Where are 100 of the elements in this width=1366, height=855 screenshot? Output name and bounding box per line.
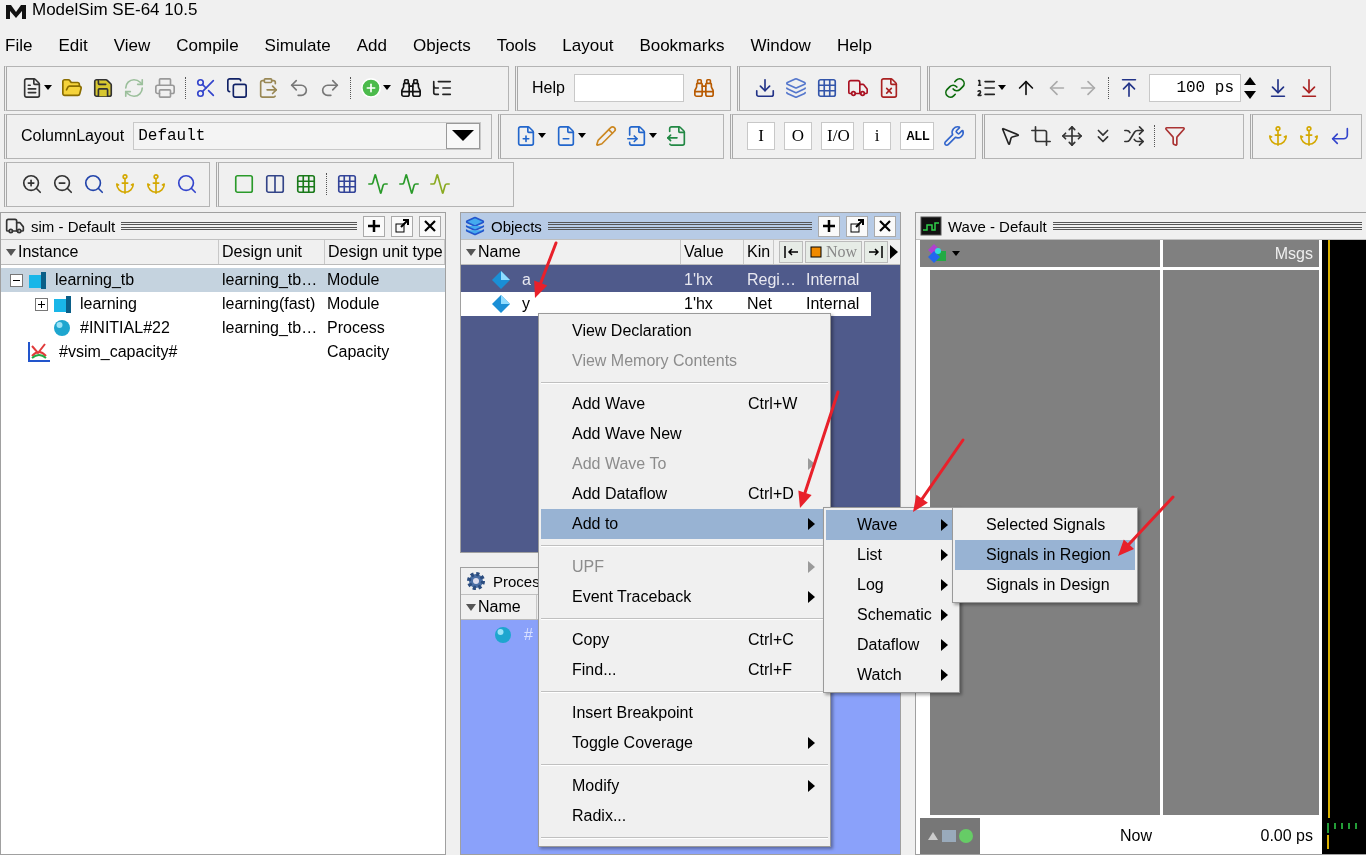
column-header[interactable]: Instance [18, 243, 79, 261]
close-button[interactable] [419, 215, 441, 237]
scroll-right-icon[interactable] [890, 245, 898, 259]
column-header[interactable]: Name [478, 598, 521, 616]
filter-toggle[interactable]: O [784, 122, 812, 150]
column-header[interactable]: Design unit type [328, 243, 443, 261]
menu-bar-item[interactable]: Bookmarks [634, 33, 731, 59]
file-plus-icon[interactable] [515, 125, 537, 147]
pointer-icon[interactable] [999, 125, 1021, 147]
menu-item[interactable]: Radix... [541, 801, 828, 831]
menu-item[interactable]: Insert Breakpoint [541, 698, 828, 728]
document-icon[interactable] [21, 77, 43, 99]
paste-icon[interactable] [257, 77, 279, 99]
menu-bar-item[interactable]: Window [745, 33, 817, 59]
wave-icon[interactable] [398, 173, 420, 195]
column-header[interactable]: Name [478, 243, 521, 261]
caret-icon[interactable] [998, 85, 1006, 91]
link-icon[interactable] [944, 77, 966, 99]
menu-bar-item[interactable]: Add [351, 33, 393, 59]
search-icon[interactable] [83, 173, 105, 195]
filter-toggle[interactable]: i [863, 122, 892, 150]
menu-item[interactable]: Toggle Coverage [541, 728, 828, 758]
undock-button[interactable] [846, 215, 868, 237]
file-output-icon[interactable] [666, 125, 688, 147]
grip-handle[interactable] [121, 222, 357, 230]
file-x-icon[interactable] [878, 77, 900, 99]
folder-icon[interactable] [61, 77, 83, 99]
column-header[interactable]: Design unit [222, 243, 303, 261]
search-icon[interactable] [176, 173, 198, 195]
wrench-icon[interactable] [943, 125, 965, 147]
pencil-icon[interactable] [595, 125, 617, 147]
dropdown-button[interactable] [446, 123, 480, 149]
object-row[interactable]: a 1'hx Regi… Internal [461, 268, 871, 292]
caret-icon[interactable] [578, 133, 586, 139]
menu-bar-item[interactable]: Edit [53, 33, 94, 59]
menu-item[interactable]: Add Wave New [541, 419, 828, 449]
wave-icon[interactable] [367, 173, 389, 195]
menu-item[interactable]: Add Wave Ctrl+W [541, 389, 828, 419]
square-icon[interactable] [233, 173, 255, 195]
menu-bar-item[interactable]: Objects [408, 33, 477, 59]
caret-icon[interactable] [649, 133, 657, 139]
tree-row[interactable]: #INITIAL#22 learning_tb… Process [1, 316, 445, 340]
add-button[interactable] [818, 215, 840, 237]
menu-item[interactable]: View Declaration [541, 316, 828, 346]
object-row[interactable]: y 1'hx Net Internal [461, 292, 871, 316]
collapse-icon[interactable] [9, 273, 23, 287]
menu-item[interactable]: Dataflow [826, 630, 957, 660]
undock-button[interactable] [391, 215, 413, 237]
column-layout-select[interactable]: Default [133, 122, 481, 150]
redo-icon[interactable] [319, 77, 341, 99]
next-edge-button[interactable] [864, 241, 888, 263]
caret-icon[interactable] [538, 133, 546, 139]
filter-toggle[interactable]: I [747, 122, 775, 150]
grid-icon[interactable] [295, 173, 317, 195]
corner-arrow-icon[interactable] [1329, 125, 1351, 147]
previous-edge-button[interactable] [778, 241, 803, 263]
grid-icon[interactable] [336, 173, 358, 195]
menu-bar-item[interactable]: Help [831, 33, 878, 59]
file-minus-icon[interactable] [555, 125, 577, 147]
file-input-icon[interactable] [626, 125, 648, 147]
scissors-icon[interactable] [195, 77, 217, 99]
menu-bar-item[interactable]: Compile [171, 33, 245, 59]
menu-bar-item[interactable]: Simulate [259, 33, 337, 59]
help-field[interactable] [573, 74, 684, 102]
binoculars-icon[interactable] [400, 77, 422, 99]
menu-item[interactable]: Modify [541, 771, 828, 801]
close-button[interactable] [874, 215, 896, 237]
filter-toggle[interactable]: I/O [821, 122, 855, 150]
truck-icon[interactable] [847, 77, 869, 99]
filter-icon[interactable] [1164, 125, 1186, 147]
list-icon[interactable] [975, 77, 997, 99]
grip-handle[interactable] [1052, 222, 1362, 230]
menu-item[interactable]: Add Dataflow Ctrl+D [541, 479, 828, 509]
add-button[interactable] [363, 215, 385, 237]
tree-row[interactable]: #vsim_capacity# Capacity [1, 340, 445, 364]
shuffle-icon[interactable] [1123, 125, 1145, 147]
tree-row[interactable]: learning learning(fast) Module [1, 292, 445, 316]
move-icon[interactable] [1061, 125, 1083, 147]
menu-item[interactable]: Signals in Region [955, 540, 1135, 570]
menu-item[interactable]: Watch [826, 660, 957, 690]
undo-icon[interactable] [288, 77, 310, 99]
column-header[interactable]: Kin [747, 243, 771, 261]
crop-icon[interactable] [1030, 125, 1052, 147]
tree-row[interactable]: learning_tb learning_tb… Module [1, 268, 445, 292]
column-header[interactable]: Value [684, 243, 724, 261]
layers-icon[interactable] [785, 77, 807, 99]
download-icon[interactable] [754, 77, 776, 99]
menu-bar-item[interactable]: Layout [557, 33, 620, 59]
menu-item[interactable]: Schematic [826, 600, 957, 630]
grid-icon[interactable] [816, 77, 838, 99]
expand-icon[interactable] [34, 297, 48, 311]
menu-item[interactable]: Selected Signals [955, 510, 1135, 540]
caret-icon[interactable] [383, 85, 391, 91]
menu-bar-item[interactable]: Tools [491, 33, 543, 59]
caret-icon[interactable] [44, 85, 52, 91]
copy-icon[interactable] [226, 77, 248, 99]
menu-bar-item[interactable]: File [0, 33, 39, 59]
filter-toggle[interactable]: ALL [900, 122, 934, 150]
menu-item[interactable]: Signals in Design [955, 570, 1135, 600]
columns-icon[interactable] [264, 173, 286, 195]
